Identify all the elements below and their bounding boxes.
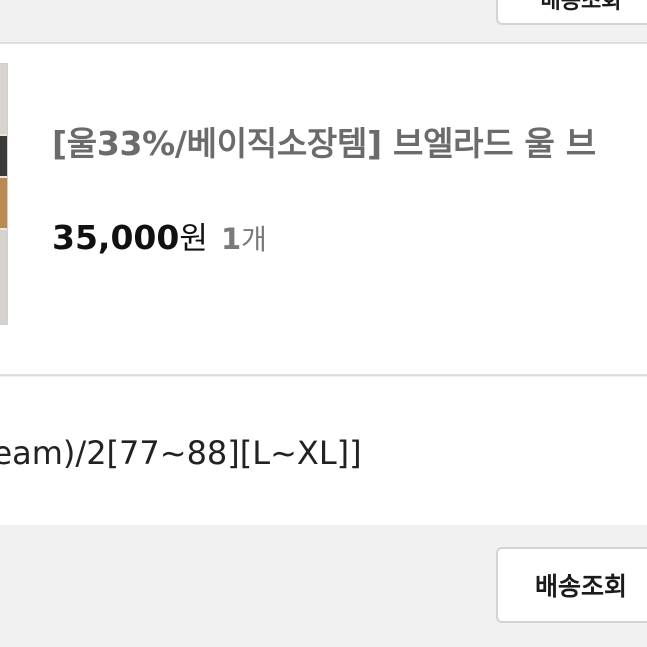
quantity: 1개 bbox=[221, 222, 267, 256]
product-thumbnail[interactable] bbox=[0, 63, 8, 325]
order-item-card[interactable] bbox=[0, 44, 647, 374]
delivery-tracking-button-top[interactable]: 배송조회 bbox=[496, 0, 647, 25]
product-title[interactable]: [울33%/베이직소장템] 브엘라드 울 브 bbox=[52, 117, 596, 165]
divider-middle bbox=[0, 374, 647, 376]
delivery-tracking-button[interactable]: 배송조회 bbox=[496, 547, 647, 623]
option-text: ream)/2[77~88][L~XL]] bbox=[0, 434, 362, 472]
price-unit: 원 bbox=[179, 221, 208, 257]
price-row: 35,000원 1개 bbox=[52, 213, 267, 258]
quantity-value: 1 bbox=[220, 222, 242, 256]
price-amount: 35,000 bbox=[52, 218, 180, 257]
quantity-unit: 개 bbox=[241, 223, 267, 256]
